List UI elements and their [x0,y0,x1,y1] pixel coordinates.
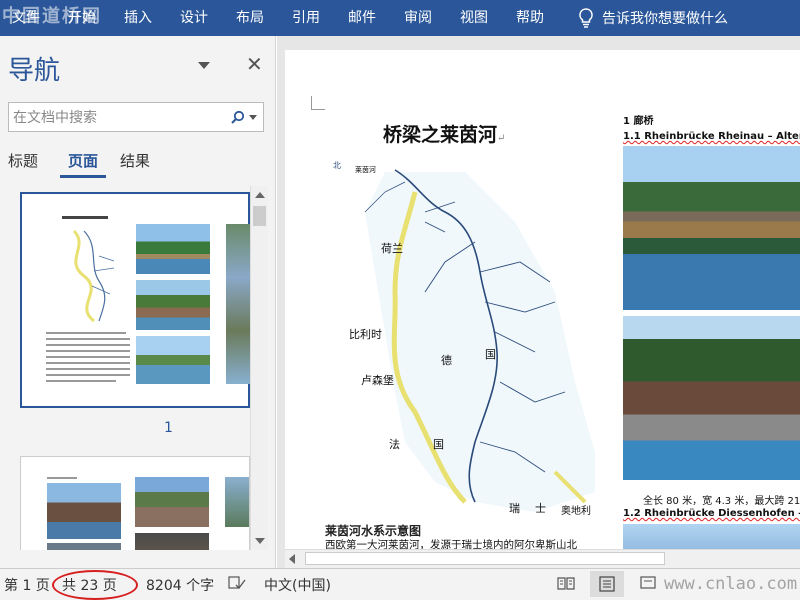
page-thumbnail-2[interactable] [20,456,250,550]
tab-results[interactable]: 结果 [112,150,158,178]
photo-covered-bridge-rheinau [623,146,800,310]
menu-insert[interactable]: 插入 [110,0,166,36]
document-area: 桥梁之莱茵河↵ 荷兰 比利时 卢森堡 德 国 法 国 瑞 士 奥地利 北 莱茵河… [277,36,800,568]
chevron-down-icon[interactable] [198,62,210,69]
tab-pages[interactable]: 页面 [60,150,107,178]
status-page-number[interactable]: 第 1 页 [4,575,50,595]
page-thumbnails: 1 [0,186,250,550]
margin-corner-mark [311,96,325,110]
navigation-pane: 导航 ✕ 在文档中搜索 标题 页面 结果 1 [0,36,276,568]
print-layout-icon[interactable] [590,571,624,597]
menu-review[interactable]: 审阅 [390,0,446,36]
map-label-netherlands: 荷兰 [381,242,403,255]
menu-file[interactable]: 文件 [0,0,54,36]
doc-title-text: 桥梁之莱茵河 [383,124,498,146]
status-word-count[interactable]: 8204 个字 [146,575,214,595]
map-label-luxembourg: 卢森堡 [361,373,394,387]
map-label-belgium: 比利时 [349,328,382,341]
menu-home[interactable]: 开始 [54,0,110,36]
map-label-austria: 奥地利 [561,504,591,517]
doc-title: 桥梁之莱茵河↵ [383,124,506,146]
menu-design[interactable]: 设计 [166,0,222,36]
scroll-up-arrow-icon[interactable] [255,192,265,198]
menu-references[interactable]: 引用 [278,0,334,36]
status-language[interactable]: 中文(中国) [264,575,331,595]
thumbnail-scrollbar[interactable] [250,186,268,550]
watermark-url: www.cnlao.com [664,574,798,594]
photo-bridge-diessenhofen [623,524,800,550]
web-layout-icon[interactable] [640,575,658,595]
scrollbar-thumb[interactable] [253,206,266,226]
read-mode-icon[interactable] [556,575,576,595]
search-placeholder: 在文档中搜索 [13,110,97,126]
scroll-left-arrow-icon[interactable] [289,554,295,564]
page-thumbnail-1[interactable]: 1 [20,192,250,436]
map-label-france-fa: 法 [389,437,400,451]
horizontal-scrollbar-thumb[interactable] [305,552,665,565]
map-label-germany-de: 德 [441,353,452,367]
map-label-switzerland-shi: 士 [535,502,546,515]
search-icon[interactable] [227,110,249,124]
map-caption: 莱茵河水系示意图 [325,524,422,538]
menu-view[interactable]: 视图 [446,0,502,36]
right-column: 1 廊桥 1.1 Rheinbrücke Rheinau – Altenburg [623,112,800,142]
nav-tabs: 标题 页面 结果 [0,150,158,178]
map-label-france-guo: 国 [433,438,444,451]
lightbulb-icon [579,8,593,28]
bridge-dimensions: 全长 80 米，宽 4.3 米，最大跨 21 米 [643,496,800,507]
tab-headings[interactable]: 标题 [0,150,46,178]
tell-me-text: 告诉我你想要做什么 [602,11,728,27]
map-label-switzerland-rui: 瑞 [509,501,520,515]
tell-me-box[interactable]: 告诉我你想要做什么 [578,8,728,28]
map-label-river: 莱茵河 [355,165,376,174]
proofing-icon[interactable] [228,575,246,595]
close-icon[interactable]: ✕ [246,52,263,76]
search-options-caret-icon[interactable] [249,114,257,120]
thumbnail-page-number: 1 [164,420,173,436]
menu-help[interactable]: 帮助 [502,0,558,36]
heading-1-1: 1.1 Rheinbrücke Rheinau – Altenburg [623,131,800,142]
search-input[interactable]: 在文档中搜索 [8,102,264,132]
heading-1-2: 1.2 Rheinbrücke Diessenhofen – Gailingen [623,508,800,519]
photo-covered-bridge-stone-arch [623,316,800,480]
ribbon-menu-bar: 文件 开始 插入 设计 布局 引用 邮件 审阅 视图 帮助 告诉我你想要做什么 [0,0,800,36]
map-label-germany-guo: 国 [485,348,496,361]
menu-layout[interactable]: 布局 [222,0,278,36]
highlight-ellipse [52,570,138,600]
document-page[interactable]: 桥梁之莱茵河↵ 荷兰 比利时 卢森堡 德 国 法 国 瑞 士 奥地利 北 莱茵河… [285,50,800,550]
map-label-north: 北 [333,161,341,170]
heading-1: 1 廊桥 [623,116,654,127]
menu-mailings[interactable]: 邮件 [334,0,390,36]
scroll-down-arrow-icon[interactable] [255,538,265,544]
horizontal-scrollbar[interactable] [285,549,800,568]
nav-title: 导航 [8,56,61,86]
rhine-river-map: 荷兰 比利时 卢森堡 德 国 法 国 瑞 士 奥地利 北 莱茵河 [325,152,605,520]
